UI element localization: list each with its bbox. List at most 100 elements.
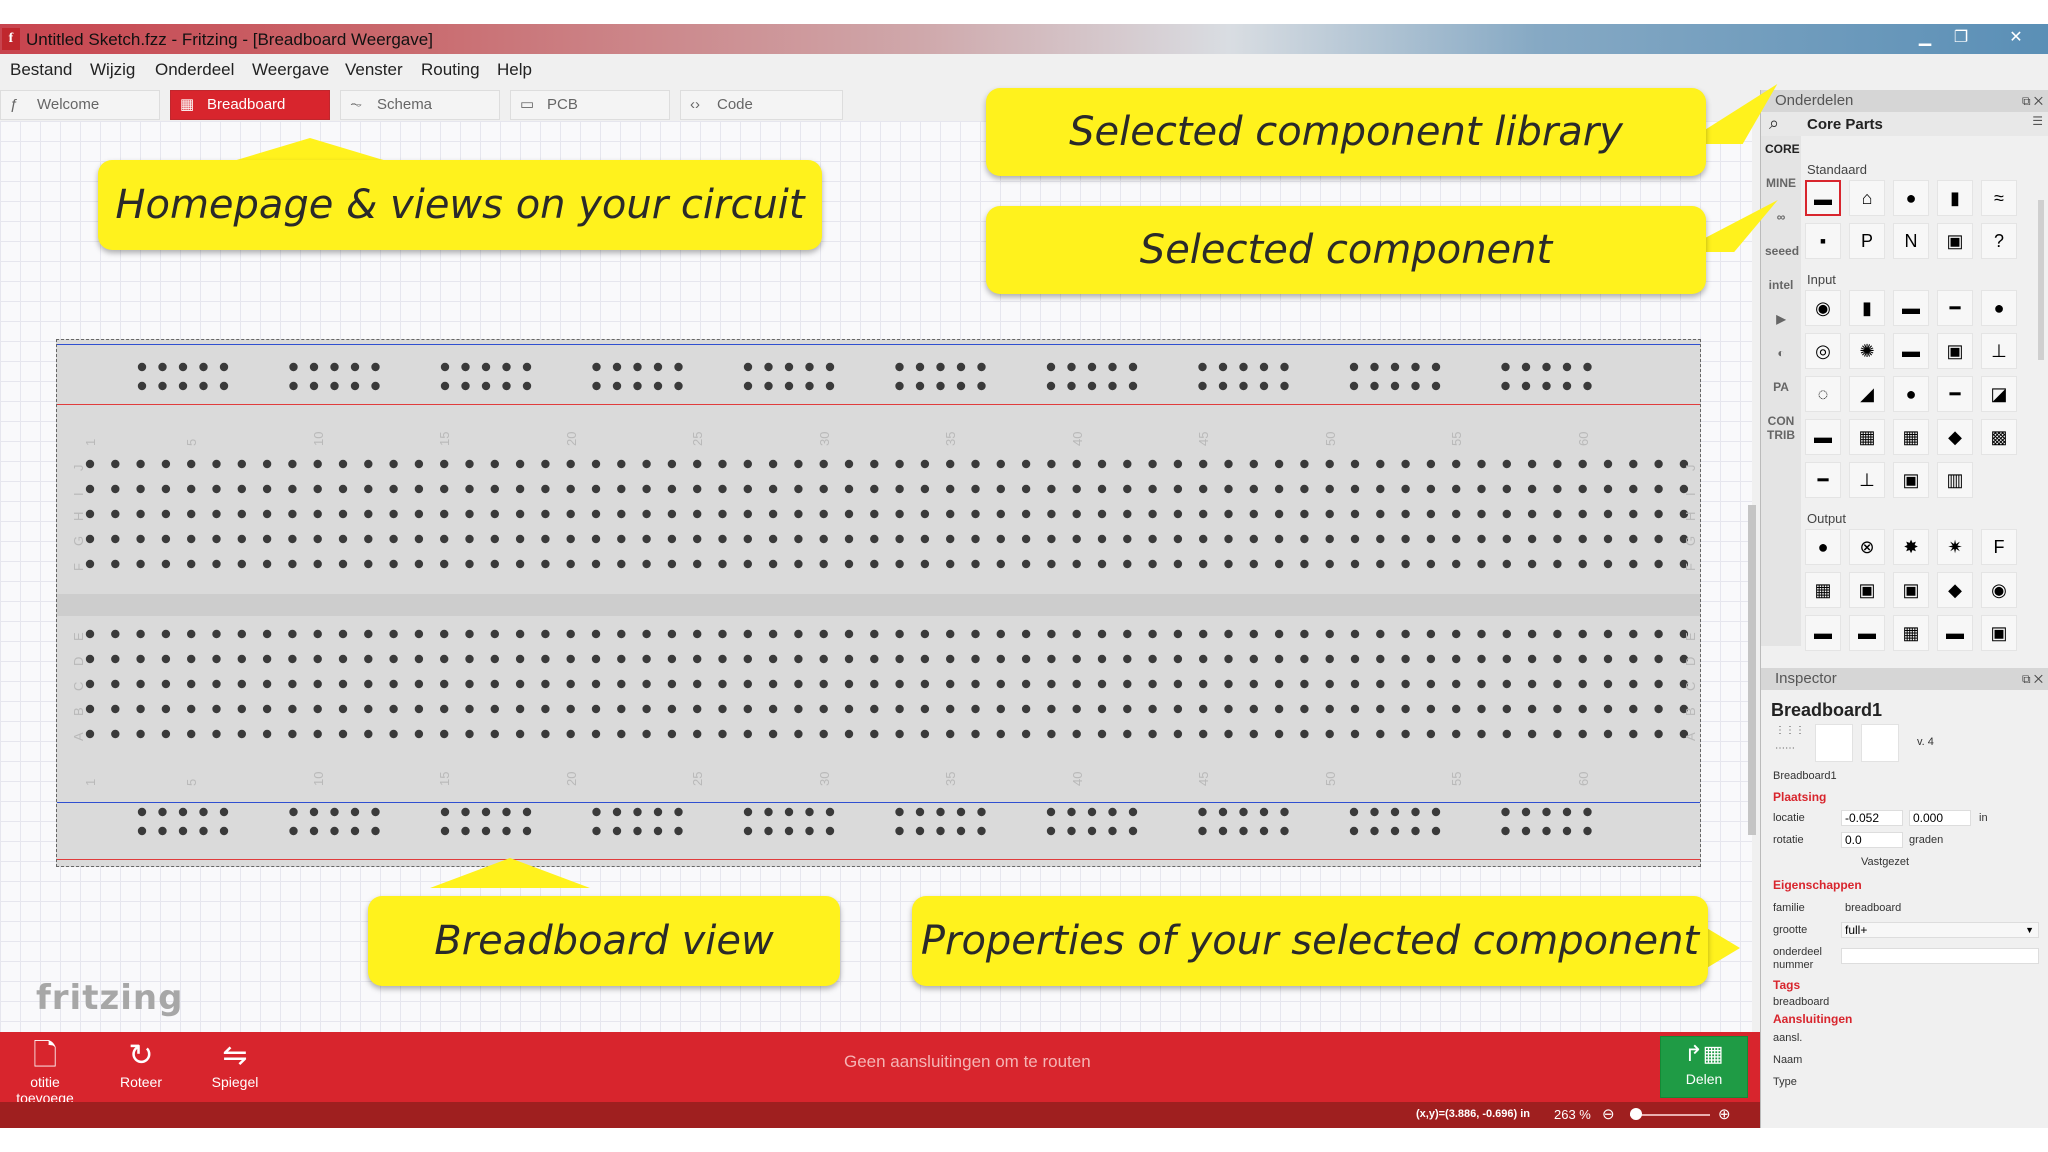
breadboard-hole[interactable] bbox=[1401, 704, 1410, 714]
breadboard-hole[interactable] bbox=[1224, 629, 1233, 639]
breadboard-hole[interactable] bbox=[389, 534, 398, 544]
breadboard-hole[interactable] bbox=[1452, 484, 1461, 494]
breadboard-hole[interactable] bbox=[338, 509, 348, 519]
breadboard-hole[interactable] bbox=[313, 484, 322, 494]
breadboard-hole[interactable] bbox=[212, 484, 221, 494]
breadboard-hole[interactable] bbox=[971, 704, 980, 714]
breadboard-hole[interactable] bbox=[161, 509, 171, 519]
bin-tab[interactable]: PA bbox=[1765, 380, 1797, 394]
breadboard-hole[interactable] bbox=[136, 459, 145, 469]
breadboard-hole[interactable] bbox=[1502, 534, 1512, 544]
breadboard-hole[interactable] bbox=[946, 534, 955, 544]
breadboard-hole[interactable] bbox=[1452, 629, 1461, 639]
breadboard-hole[interactable] bbox=[158, 381, 167, 391]
breadboard-hole[interactable] bbox=[794, 629, 803, 639]
breadboard-hole[interactable] bbox=[1274, 559, 1284, 569]
breadboard-hole[interactable] bbox=[338, 679, 348, 689]
breadboard-hole[interactable] bbox=[1431, 362, 1441, 372]
breadboard-hole[interactable] bbox=[743, 629, 752, 639]
breadboard-hole[interactable] bbox=[1629, 559, 1638, 569]
breadboard-hole[interactable] bbox=[674, 381, 683, 391]
breadboard-hole[interactable] bbox=[1411, 381, 1420, 391]
breadboard-hole[interactable] bbox=[515, 704, 525, 714]
breadboard-hole[interactable] bbox=[440, 729, 449, 739]
part-tile[interactable]: ✺ bbox=[1849, 333, 1885, 369]
breadboard-hole[interactable] bbox=[819, 459, 828, 469]
breadboard-hole[interactable] bbox=[1654, 559, 1663, 569]
add-note-button[interactable]: 🗋 otitie toevoege bbox=[0, 1038, 90, 1106]
breadboard-hole[interactable] bbox=[794, 459, 803, 469]
tab-welcome[interactable]: ƒ Welcome bbox=[0, 90, 160, 120]
breadboard-hole[interactable] bbox=[1067, 381, 1076, 391]
breadboard-hole[interactable] bbox=[915, 807, 925, 817]
breadboard-hole[interactable] bbox=[490, 559, 499, 569]
breadboard-hole[interactable] bbox=[946, 679, 955, 689]
breadboard-hole[interactable] bbox=[693, 679, 702, 689]
breadboard-hole[interactable] bbox=[996, 729, 1005, 739]
breadboard-hole[interactable] bbox=[465, 459, 474, 469]
breadboard-hole[interactable] bbox=[440, 679, 449, 689]
breadboard-hole[interactable] bbox=[1224, 509, 1233, 519]
breadboard-hole[interactable] bbox=[617, 484, 626, 494]
breadboard-hole[interactable] bbox=[977, 807, 986, 817]
bin-tab[interactable]: seeed bbox=[1765, 244, 1799, 258]
breadboard-hole[interactable] bbox=[338, 534, 348, 544]
breadboard-hole[interactable] bbox=[1047, 629, 1056, 639]
breadboard-hole[interactable] bbox=[642, 534, 651, 544]
breadboard-hole[interactable] bbox=[262, 534, 272, 544]
breadboard-hole[interactable] bbox=[1047, 654, 1056, 664]
breadboard-hole[interactable] bbox=[161, 704, 171, 714]
breadboard-hole[interactable] bbox=[515, 679, 525, 689]
breadboard-hole[interactable] bbox=[977, 362, 986, 372]
breadboard-hole[interactable] bbox=[1224, 704, 1233, 714]
breadboard-hole[interactable] bbox=[1123, 484, 1132, 494]
breadboard-hole[interactable] bbox=[1097, 484, 1107, 494]
breadboard-hole[interactable] bbox=[1097, 459, 1107, 469]
breadboard-hole[interactable] bbox=[541, 654, 550, 664]
breadboard-hole[interactable] bbox=[313, 704, 322, 714]
breadboard-hole[interactable] bbox=[633, 362, 642, 372]
breadboard-hole[interactable] bbox=[1249, 679, 1259, 689]
breadboard-hole[interactable] bbox=[161, 534, 171, 544]
breadboard-hole[interactable] bbox=[111, 509, 120, 519]
breadboard-hole[interactable] bbox=[1123, 704, 1132, 714]
breadboard-hole[interactable] bbox=[1527, 729, 1537, 739]
breadboard-hole[interactable] bbox=[1426, 559, 1436, 569]
breadboard-hole[interactable] bbox=[1350, 729, 1360, 739]
breadboard-hole[interactable] bbox=[338, 559, 348, 569]
part-tile[interactable]: ▣ bbox=[1849, 572, 1885, 608]
breadboard-hole[interactable] bbox=[1198, 826, 1207, 836]
breadboard-hole[interactable] bbox=[1603, 629, 1613, 639]
breadboard-hole[interactable] bbox=[313, 679, 322, 689]
breadboard-hole[interactable] bbox=[1021, 679, 1031, 689]
breadboard-hole[interactable] bbox=[1401, 729, 1410, 739]
menu-item-onderdeel[interactable]: Onderdeel bbox=[155, 60, 234, 80]
breadboard-hole[interactable] bbox=[1123, 509, 1132, 519]
breadboard-hole[interactable] bbox=[819, 679, 828, 689]
breadboard-hole[interactable] bbox=[794, 704, 803, 714]
breadboard-hole[interactable] bbox=[502, 807, 511, 817]
breadboard-hole[interactable] bbox=[996, 459, 1005, 469]
breadboard-hole[interactable] bbox=[693, 654, 702, 664]
breadboard-hole[interactable] bbox=[920, 534, 930, 544]
breadboard-hole[interactable] bbox=[870, 729, 879, 739]
part-tile[interactable]: ◎ bbox=[1805, 333, 1841, 369]
breadboard-hole[interactable] bbox=[996, 509, 1005, 519]
breadboard-hole[interactable] bbox=[1097, 704, 1107, 714]
breadboard-hole[interactable] bbox=[502, 381, 511, 391]
breadboard-hole[interactable] bbox=[946, 484, 955, 494]
breadboard-hole[interactable] bbox=[490, 509, 499, 519]
part-tile[interactable]: ━ bbox=[1937, 290, 1973, 326]
breadboard-hole[interactable] bbox=[1553, 679, 1562, 689]
breadboard-hole[interactable] bbox=[1021, 654, 1031, 664]
breadboard-hole[interactable] bbox=[1426, 704, 1436, 714]
breadboard-hole[interactable] bbox=[844, 459, 854, 469]
breadboard-hole[interactable] bbox=[522, 381, 532, 391]
part-tile[interactable]: ▣ bbox=[1937, 333, 1973, 369]
breadboard-hole[interactable] bbox=[389, 679, 398, 689]
breadboard-hole[interactable] bbox=[212, 729, 221, 739]
breadboard-hole[interactable] bbox=[199, 826, 208, 836]
breadboard-hole[interactable] bbox=[1578, 484, 1587, 494]
breadboard-hole[interactable] bbox=[1603, 704, 1613, 714]
breadboard-hole[interactable] bbox=[591, 459, 601, 469]
